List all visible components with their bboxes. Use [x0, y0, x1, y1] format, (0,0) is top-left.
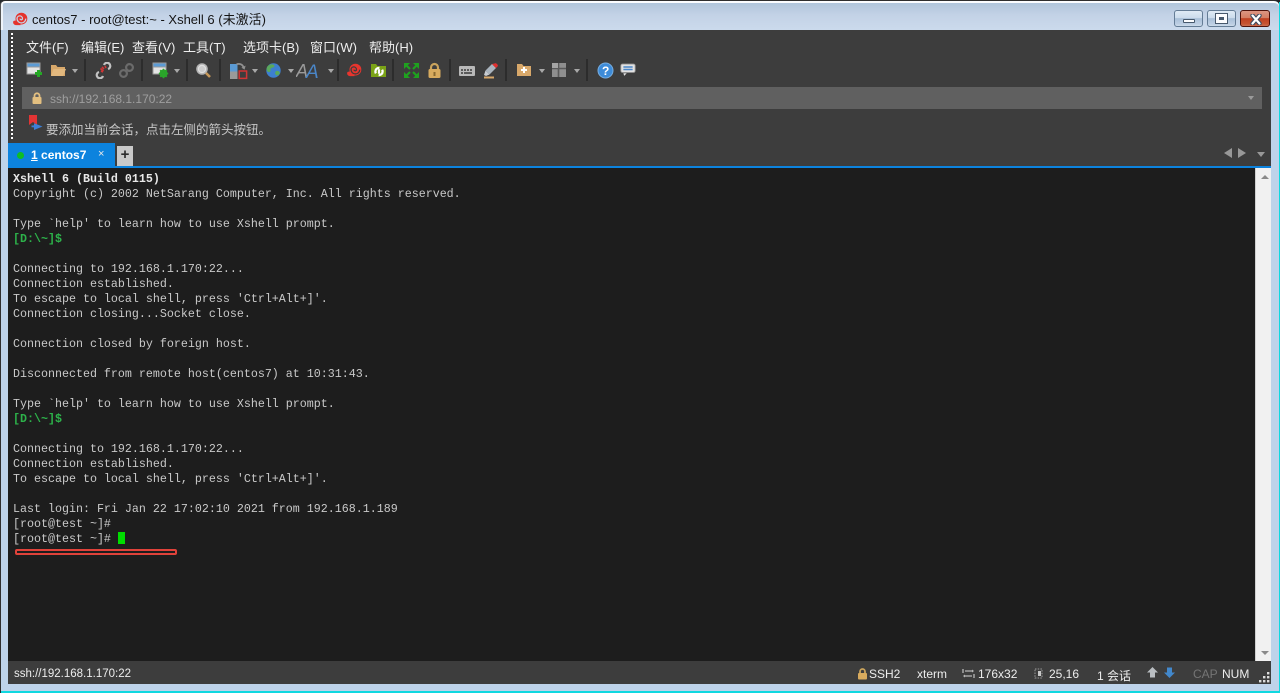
svg-text:?: ? — [602, 64, 609, 78]
svg-text:A: A — [305, 62, 319, 80]
